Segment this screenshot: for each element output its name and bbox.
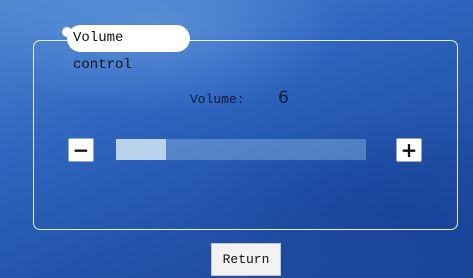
panel-title: Volume control bbox=[62, 25, 190, 73]
volume-value: 6 bbox=[278, 88, 289, 108]
title-tab-notch bbox=[62, 27, 72, 37]
volume-increase-button[interactable]: + bbox=[396, 138, 422, 162]
return-button-label: Return bbox=[222, 252, 270, 267]
plus-icon: + bbox=[400, 138, 418, 162]
panel-title-text: Volume control bbox=[73, 30, 132, 73]
return-button[interactable]: Return bbox=[211, 243, 281, 276]
volume-slider[interactable] bbox=[116, 139, 366, 160]
volume-decrease-button[interactable]: − bbox=[68, 138, 94, 162]
volume-slider-fill bbox=[116, 139, 166, 160]
minus-icon: − bbox=[72, 138, 90, 162]
volume-label: Volume: bbox=[190, 92, 245, 107]
